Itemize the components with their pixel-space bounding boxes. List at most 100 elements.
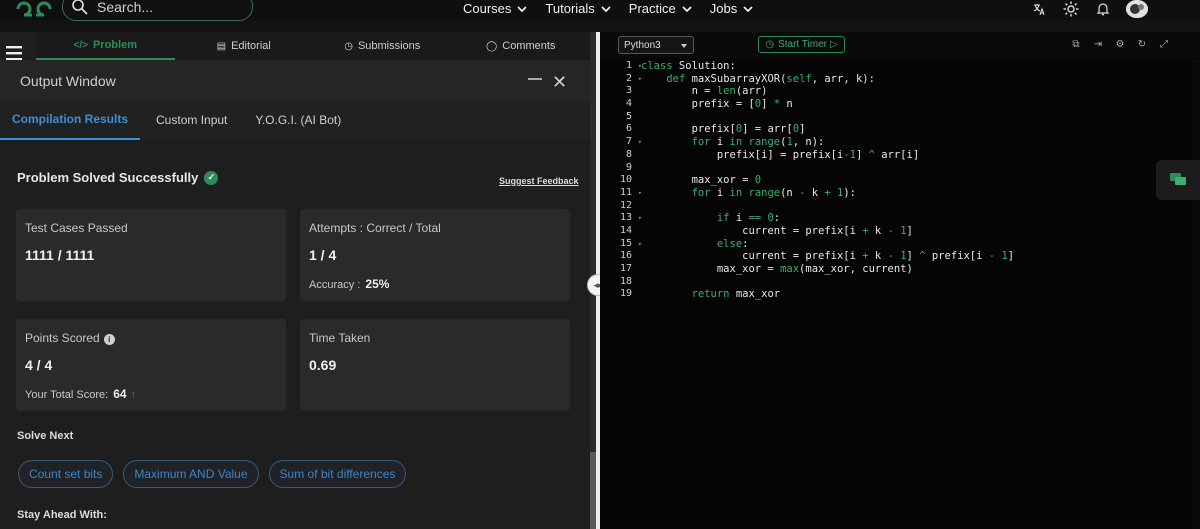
nav-links: Courses Tutorials Practice Jobs [463, 1, 771, 16]
chat-button[interactable] [1156, 160, 1200, 200]
top-nav: Search... Courses Tutorials Practice Job… [0, 0, 1200, 21]
translate-icon[interactable] [1030, 0, 1048, 18]
tab-compilation-results[interactable]: Compilation Results [0, 100, 141, 140]
code-line: prefix[i] = prefix[i-1] ^ arr[i] [641, 148, 920, 161]
code-line: current = prefix[i + k - 1] [641, 224, 913, 237]
search-placeholder[interactable]: Search... [97, 0, 153, 15]
points-label: Points Scored [25, 331, 100, 345]
total-score: Your Total Score: 64 ↑ [25, 387, 136, 401]
nav-tutorials-label: Tutorials [545, 1, 595, 16]
code-line: prefix = [0] * n [641, 98, 793, 111]
code-line: for i in range(n - k + 1): [691, 186, 857, 199]
line-number: 10 [619, 174, 632, 186]
chevron-down-icon [682, 5, 692, 12]
start-timer-button[interactable]: ◷ Start Timer ▷ [758, 36, 845, 53]
top-right-icons [1030, 0, 1148, 18]
editor-tools: ⧉ ⇥ ⚙ ↻ ⤢ [1070, 38, 1180, 50]
code-line: if i == 0: [716, 212, 781, 225]
tab-submissions[interactable]: ◷ Submissions [313, 32, 452, 60]
editor-scrollbar[interactable] [1192, 60, 1200, 529]
solve-next-maximum-and-value[interactable]: Maximum AND Value [123, 460, 259, 488]
time-value: 0.69 [309, 357, 337, 373]
accuracy: Accuracy : 25% [309, 277, 389, 291]
line-number: 14 [619, 224, 632, 236]
code-icon: </> [73, 39, 88, 51]
nav-jobs[interactable]: Jobs [710, 1, 753, 16]
stay-ahead-heading: Stay Ahead With: [17, 509, 107, 521]
search-box[interactable]: Search... [62, 0, 253, 21]
nav-courses-label: Courses [463, 1, 512, 16]
fullscreen-icon[interactable]: ⤢ [1158, 38, 1170, 50]
arrow-up-icon: ↑ [130, 389, 137, 401]
line-number: 8 [625, 148, 632, 160]
minimize-icon[interactable] [528, 78, 542, 80]
tab-editorial-label: Editorial [231, 40, 271, 52]
tab-comments-label: Comments [502, 40, 556, 52]
solve-next-list: Count set bits Maximum AND Value Sum of … [18, 460, 416, 488]
solve-next-sum-of-bit-differences[interactable]: Sum of bit differences [268, 460, 407, 488]
tab-yogi-ai-bot[interactable]: Y.O.G.I. (AI Bot) [243, 100, 353, 140]
bell-icon[interactable] [1094, 0, 1112, 18]
caret-down-icon [681, 44, 687, 48]
line-number: 13 ▾ [619, 212, 642, 224]
attempts-value: 1 / 4 [309, 247, 337, 263]
tab-problem-label: Problem [92, 39, 137, 51]
output-tabs: Compilation Results Custom Input Y.O.G.I… [0, 100, 590, 140]
tab-comments[interactable]: ◯ Comments [452, 32, 591, 60]
language-value: Python3 [624, 39, 661, 51]
editor-toolbar: Python3 ◷ Start Timer ▷ ⧉ ⇥ ⚙ ↻ ⤢ [600, 32, 1200, 58]
solve-next-count-set-bits[interactable]: Count set bits [18, 460, 114, 488]
copy-icon[interactable]: ⧉ [1070, 38, 1082, 50]
code-line: return max_xor [691, 288, 781, 301]
document-icon: ▤ [216, 40, 227, 52]
upload-icon[interactable]: ⇥ [1092, 38, 1104, 50]
line-number: 6 [625, 123, 632, 135]
reset-icon[interactable]: ↻ [1136, 38, 1148, 50]
line-number: 19 [619, 288, 632, 300]
suggest-feedback-link[interactable]: Suggest Feedback [499, 176, 579, 186]
settings-icon[interactable]: ⚙ [1114, 38, 1126, 50]
points-card: Points Scored i 4 / 4 Your Total Score: 6… [16, 319, 286, 411]
line-number: 2 ▾ [625, 72, 642, 84]
line-number: 4 [625, 98, 632, 110]
line-number: 17 [619, 263, 632, 274]
attempts-label: Attempts : Correct / Total [309, 221, 441, 235]
chevron-down-icon [601, 5, 611, 12]
code-area[interactable]: class Solution: def maxSubarrayXOR(self,… [641, 60, 1014, 301]
info-icon[interactable]: i [103, 334, 115, 345]
language-select[interactable]: Python3 [618, 36, 694, 54]
tab-problem[interactable]: </> Problem [36, 32, 175, 60]
play-icon: ▷ [829, 39, 838, 50]
nav-tutorials[interactable]: Tutorials [545, 1, 611, 16]
output-window-title: Output Window [20, 73, 116, 89]
nav-practice-label: Practice [628, 1, 676, 16]
compilation-results: Problem Solved Successfully ✓ Suggest Fe… [0, 140, 590, 529]
success-message: Problem Solved Successfully ✓ [17, 170, 219, 185]
close-icon[interactable]: ✕ [552, 72, 567, 93]
test-cases-label: Test Cases Passed [25, 221, 128, 235]
sun-icon[interactable] [1062, 0, 1080, 18]
gfg-logo[interactable] [14, 0, 54, 18]
line-number: 3 [625, 85, 632, 97]
nav-jobs-label: Jobs [709, 1, 738, 16]
tab-editorial[interactable]: ▤ Editorial [175, 32, 314, 60]
test-cases-value: 1111 / 1111 [25, 247, 95, 263]
code-line: class Solution: [641, 60, 736, 72]
nav-courses[interactable]: Courses [463, 1, 528, 16]
code-line: n = len(arr) [641, 85, 768, 98]
test-cases-card: Test Cases Passed 1111 / 1111 [16, 209, 286, 301]
attempts-card: Attempts : Correct / Total 1 / 4 Accurac… [300, 209, 570, 301]
line-number: 5 [625, 110, 632, 122]
tab-custom-input[interactable]: Custom Input [144, 100, 239, 140]
total-score-value: 64 [113, 387, 127, 401]
line-number: 12 [619, 199, 632, 211]
nav-practice[interactable]: Practice [629, 1, 692, 16]
comment-icon: ◯ [486, 40, 498, 52]
points-value: 4 / 4 [25, 357, 53, 373]
user-avatar[interactable] [1126, 0, 1148, 18]
problem-tabs: </> Problem ▤ Editorial ◷ Submissions ◯ Comm… [36, 32, 590, 60]
line-number: 9 [625, 161, 632, 173]
